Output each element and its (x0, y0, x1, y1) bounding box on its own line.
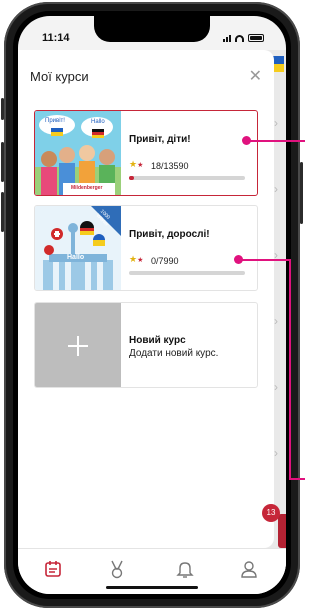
callout-dot-adults (234, 255, 243, 264)
tab-courses[interactable] (42, 558, 64, 580)
add-course-card[interactable]: Новий курс Додати новий курс. (34, 302, 258, 388)
tab-profile[interactable] (238, 558, 260, 580)
tab-achievements[interactable] (106, 558, 128, 580)
hallo-sign-text: Hallo (67, 254, 85, 261)
course-title: Привіт, діти! (129, 134, 191, 145)
volume-up-button (1, 142, 4, 182)
progress-bar (129, 176, 245, 180)
phone-screen: 11:14 › › › › › › Мої курси ✕ Привіт! Ha… (18, 16, 286, 594)
course-title: Привіт, дорослі! (129, 229, 210, 240)
bubble-left-text: Привіт! (45, 118, 65, 124)
calendar-icon (45, 561, 61, 577)
notification-badge: 13 (262, 504, 280, 522)
progress-bar (129, 271, 245, 275)
add-course-body: Новий курс Додати новий курс. (129, 303, 249, 387)
course-image-kids: Привіт! Hallo Mildenberger (35, 111, 121, 195)
power-button (300, 162, 303, 224)
progress-text: 0/7990 (151, 256, 179, 266)
callout-line-adults-v (289, 259, 291, 480)
tab-notifications[interactable] (174, 558, 196, 580)
callout-dot-kids (242, 136, 251, 145)
callout-line-kids (247, 140, 305, 142)
chevron-right-icon: › (274, 116, 278, 130)
chevron-right-icon: › (274, 314, 278, 328)
callout-line-adults-end (289, 478, 305, 480)
home-indicator (106, 586, 198, 589)
notch (94, 16, 210, 42)
chevron-right-icon: › (274, 380, 278, 394)
battery-icon (248, 34, 264, 42)
medal-icon (111, 560, 123, 579)
progress-fill (129, 176, 134, 180)
bubble-right-text: Hallo (91, 119, 105, 125)
chevron-right-icon: › (274, 446, 278, 460)
sheet-title: Мої курси (30, 69, 89, 84)
add-course-title: Новий курс (129, 335, 186, 346)
status-time: 11:14 (42, 32, 70, 44)
background-red-tab (278, 514, 286, 548)
course-card-adults[interactable]: 1000 Wörter Hallo Привіт, дорослі! ★★ 0/… (34, 205, 258, 291)
sheet-header: Мої курси ✕ (30, 68, 262, 92)
progress-text: 18/13590 (151, 161, 189, 171)
course-body: Привіт, діти! ★★ 18/13590 (129, 111, 249, 195)
volume-down-button (1, 192, 4, 232)
stars-icon: ★★ (129, 159, 144, 169)
stars-icon: ★★ (129, 254, 144, 264)
close-icon[interactable]: ✕ (249, 66, 262, 86)
my-courses-sheet: Мої курси ✕ Привіт! Hallo Mildenberger П… (18, 50, 274, 548)
chevron-right-icon: › (274, 182, 278, 196)
course-image-adults: 1000 Wörter Hallo (35, 206, 121, 290)
callout-line-adults-h (239, 259, 291, 261)
user-icon (241, 561, 257, 578)
brand-logo: Mildenberger (71, 185, 103, 191)
mute-switch (1, 98, 4, 120)
plus-icon (35, 303, 121, 387)
wifi-icon (235, 34, 244, 42)
status-icons (223, 34, 264, 42)
course-body: Привіт, дорослі! ★★ 0/7990 (129, 206, 249, 290)
course-card-kids[interactable]: Привіт! Hallo Mildenberger Привіт, діти!… (34, 110, 258, 196)
add-course-subtitle: Додати новий курс. (129, 348, 219, 359)
signal-icon (223, 34, 231, 42)
bell-icon (176, 562, 194, 578)
